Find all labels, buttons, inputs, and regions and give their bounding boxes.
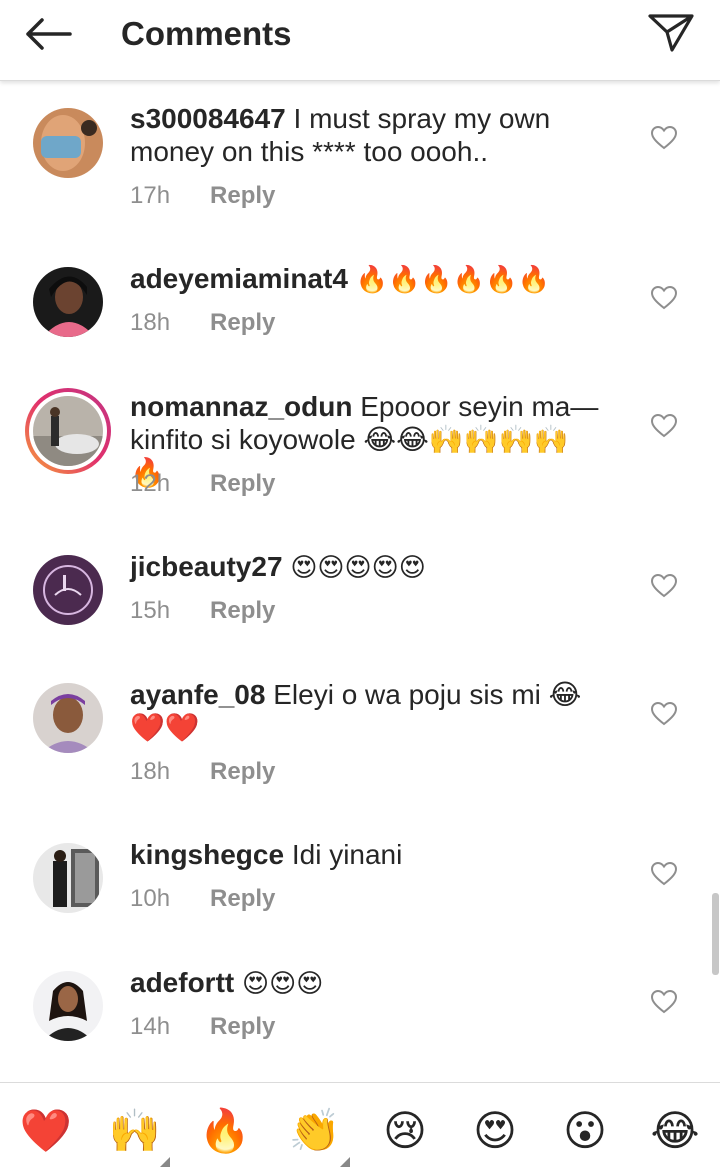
comment-meta: 18h Reply (130, 758, 275, 786)
like-heart-icon[interactable] (651, 702, 677, 726)
comment-time: 18h (130, 758, 171, 785)
reply-button[interactable]: Reply (210, 182, 275, 209)
comment-body: 😍😍😍😍😍 (290, 552, 426, 582)
comment-time: 10h (130, 885, 171, 912)
crying-face-emoji-button[interactable]: 😢 (376, 1106, 434, 1156)
comment-time: 12h (130, 470, 171, 497)
avatar[interactable] (33, 683, 103, 753)
reply-button[interactable]: Reply (210, 597, 275, 624)
like-heart-icon[interactable] (651, 126, 677, 150)
comment-text: adeyemiaminat4 🔥🔥🔥🔥🔥🔥 (130, 262, 600, 296)
comment-body: Idi yinani (291, 839, 403, 870)
comment-username[interactable]: kingshegce (130, 839, 284, 870)
comment-meta: 10h Reply (130, 885, 275, 913)
comment-meta: 18h Reply (130, 309, 275, 337)
top-app-bar: Comments (0, 0, 720, 81)
comment-username[interactable]: adeyemiaminat4 (130, 263, 348, 294)
like-heart-icon[interactable] (651, 990, 677, 1014)
avatar[interactable] (33, 971, 103, 1041)
like-heart-icon[interactable] (651, 862, 677, 886)
comment-meta: 14h Reply (130, 1013, 275, 1041)
comment-username[interactable]: ayanfe_08 (130, 679, 265, 710)
comment-username[interactable]: jicbeauty27 (130, 551, 283, 582)
comment-body: 🔥🔥🔥🔥🔥🔥 (355, 264, 550, 294)
send-direct-icon[interactable] (646, 10, 696, 54)
reply-button[interactable]: Reply (210, 885, 275, 912)
like-heart-icon[interactable] (651, 414, 677, 438)
avatar[interactable] (33, 108, 103, 178)
fire-emoji-button[interactable]: 🔥 (196, 1106, 254, 1156)
avatar[interactable] (33, 267, 103, 337)
comment-text: s300084647 I must spray my own money on … (130, 102, 600, 168)
comment-username[interactable]: nomannaz_odun (130, 391, 352, 422)
comment-time: 14h (130, 1013, 171, 1040)
surprised-face-emoji-button[interactable]: 😮 (556, 1106, 614, 1156)
avatar[interactable] (33, 555, 103, 625)
avatar[interactable] (33, 396, 103, 466)
comment-meta: 15h Reply (130, 597, 275, 625)
comment-body: 😍😍😍 (242, 968, 324, 998)
story-ring[interactable] (25, 388, 111, 474)
clapping-hands-emoji-button[interactable]: 👏 (286, 1106, 344, 1156)
comment-username[interactable]: adefortt (130, 967, 234, 998)
skin-tone-indicator-icon (160, 1157, 170, 1167)
comment-username[interactable]: s300084647 (130, 103, 286, 134)
comment-meta: 17h Reply (130, 182, 275, 210)
page-title: Comments (121, 15, 292, 52)
reply-button[interactable]: Reply (210, 1013, 275, 1040)
comment-time: 17h (130, 182, 171, 209)
like-heart-icon[interactable] (651, 574, 677, 598)
skin-tone-indicator-icon (340, 1157, 350, 1167)
comment-text: jicbeauty27 😍😍😍😍😍 (130, 550, 600, 584)
back-arrow-icon[interactable] (22, 14, 74, 54)
comment-time: 15h (130, 597, 171, 624)
scrollbar[interactable] (712, 893, 719, 975)
comment-text: adefortt 😍😍😍 (130, 966, 600, 1000)
tears-of-joy-emoji-button[interactable]: 😂 (646, 1106, 704, 1156)
avatar[interactable] (33, 843, 103, 913)
comment-meta: 12h Reply (130, 470, 275, 498)
reply-button[interactable]: Reply (210, 758, 275, 785)
reply-button[interactable]: Reply (210, 470, 275, 497)
comment-text: kingshegce Idi yinani (130, 838, 600, 871)
comment-time: 18h (130, 309, 171, 336)
comment-text: ayanfe_08 Eleyi o wa poju sis mi 😂❤️❤️ (130, 678, 600, 744)
raising-hands-emoji-button[interactable]: 🙌 (106, 1106, 164, 1156)
reply-button[interactable]: Reply (210, 309, 275, 336)
like-heart-icon[interactable] (651, 286, 677, 310)
heart-emoji-button[interactable]: ❤️ (17, 1106, 75, 1156)
heart-eyes-emoji-button[interactable]: 😍 (466, 1106, 524, 1156)
